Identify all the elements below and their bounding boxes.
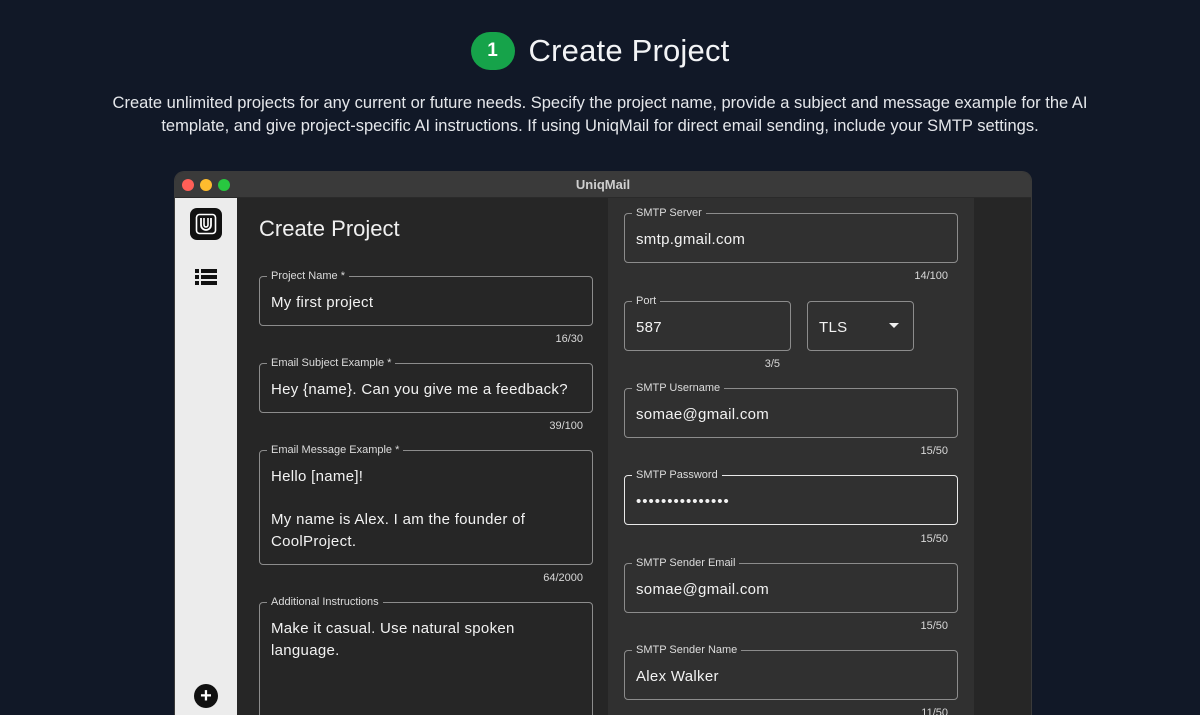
uniqmail-logo-icon[interactable]	[190, 208, 222, 240]
window-titlebar: UniqMail	[175, 172, 1031, 198]
additional-instructions-value: Make it casual. Use natural spoken langu…	[271, 620, 520, 659]
app-window: UniqMail + Create Project Project Name *…	[175, 172, 1031, 715]
smtp-sender-email-value: somae@gmail.com	[636, 581, 770, 598]
smtp-sender-name-label: SMTP Sender Name	[632, 643, 742, 657]
step-number-badge: 1	[470, 32, 515, 70]
chevron-down-icon	[889, 323, 899, 328]
step-description: Create unlimited projects for any curren…	[112, 94, 1088, 135]
port-label: Port	[632, 294, 661, 308]
email-message-counter: 64/2000	[543, 572, 583, 584]
port-counter: 3/5	[764, 358, 780, 370]
project-name-label: Project Name *	[267, 269, 349, 283]
smtp-sender-name-value: Alex Walker	[636, 668, 719, 685]
smtp-password-counter: 15/50	[920, 533, 948, 545]
email-subject-value: Hey {name}. Can you give me a feedback?	[271, 381, 568, 398]
additional-instructions-label: Additional Instructions	[267, 595, 383, 609]
window-right-gutter	[974, 198, 1031, 715]
smtp-server-value: smtp.gmail.com	[636, 231, 746, 248]
smtp-password-value: •••••••••••••••	[636, 493, 730, 510]
smtp-sender-email-label: SMTP Sender Email	[632, 556, 740, 570]
step-header: 1 Create Project	[0, 32, 1200, 70]
smtp-sender-email-counter: 15/50	[920, 620, 948, 632]
smtp-username-field[interactable]: SMTP Username somae@gmail.com	[624, 381, 958, 438]
project-name-value: My first project	[271, 294, 374, 311]
smtp-sender-name-field[interactable]: SMTP Sender Name Alex Walker	[624, 643, 958, 700]
smtp-username-counter: 15/50	[920, 445, 948, 457]
smtp-password-label: SMTP Password	[632, 468, 722, 482]
sidebar: +	[175, 198, 237, 715]
list-icon[interactable]	[195, 268, 217, 291]
email-message-label: Email Message Example *	[267, 443, 404, 457]
email-subject-counter: 39/100	[549, 420, 583, 432]
additional-instructions-field[interactable]: Additional Instructions Make it casual. …	[259, 595, 593, 715]
email-message-field[interactable]: Email Message Example * Hello [name]! My…	[259, 443, 593, 565]
add-icon[interactable]: +	[194, 684, 218, 708]
smtp-username-value: somae@gmail.com	[636, 406, 770, 423]
smtp-username-label: SMTP Username	[632, 381, 725, 395]
email-subject-label: Email Subject Example *	[267, 356, 396, 370]
smtp-sender-name-counter: 11/50	[921, 707, 948, 715]
smtp-server-counter: 14/100	[914, 270, 948, 282]
project-form: Create Project Project Name * My first p…	[237, 198, 608, 715]
port-value: 587	[636, 319, 662, 336]
smtp-sender-email-field[interactable]: SMTP Sender Email somae@gmail.com	[624, 556, 958, 613]
security-select[interactable]: TLS	[807, 301, 914, 351]
project-name-field[interactable]: Project Name * My first project	[259, 269, 593, 326]
project-name-counter: 16/30	[555, 333, 583, 345]
window-title: UniqMail	[575, 177, 631, 192]
email-message-value: Hello [name]! My name is Alex. I am the …	[271, 468, 526, 550]
port-field[interactable]: Port 587	[624, 294, 791, 351]
smtp-server-field[interactable]: SMTP Server smtp.gmail.com	[624, 206, 958, 263]
smtp-settings: SMTP Server smtp.gmail.com 14/100 Port 5…	[608, 198, 974, 715]
page-title: Create Project	[259, 216, 400, 241]
smtp-password-field[interactable]: SMTP Password •••••••••••••••	[624, 468, 958, 525]
step-title: Create Project	[528, 33, 730, 68]
email-subject-field[interactable]: Email Subject Example * Hey {name}. Can …	[259, 356, 593, 413]
smtp-server-label: SMTP Server	[632, 206, 706, 220]
